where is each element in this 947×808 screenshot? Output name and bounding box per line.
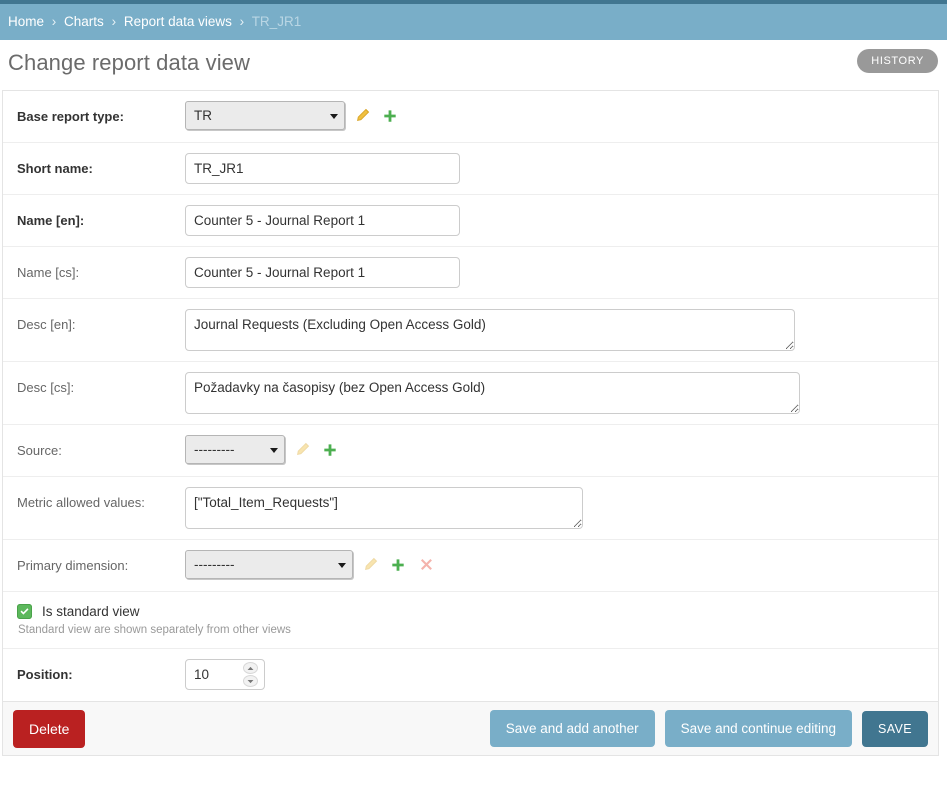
base-report-type-select-wrap: TR [185,101,345,130]
desc-en-textarea[interactable]: Journal Requests (Excluding Open Access … [185,309,795,351]
field-row-name-en: Name [en]: [3,195,938,247]
field-row-desc-en: Desc [en]: Journal Requests (Excluding O… [3,299,938,362]
add-base-report-type-plus-icon[interactable] [379,101,401,130]
position-input[interactable] [186,660,234,689]
form-action-bar: Delete Save and add another Save and con… [2,701,939,756]
spinner-down-icon[interactable] [243,675,258,687]
breadcrumb-separator: › [239,14,245,29]
is-standard-view-label: Is standard view [42,604,140,619]
field-row-position: Position: [3,649,938,701]
field-row-short-name: Short name: [3,143,938,195]
title-row: Change report data view HISTORY [0,40,947,90]
edit-base-report-type-pencil-icon[interactable] [351,101,373,130]
label-metric-allowed-values: Metric allowed values: [17,495,145,510]
label-primary-dimension: Primary dimension: [17,558,129,573]
field-row-name-cs: Name [cs]: [3,247,938,299]
field-row-is-standard-view: Is standard view Standard view are shown… [3,592,938,649]
source-select[interactable]: --------- [185,435,285,464]
label-short-name: Short name: [17,161,93,176]
save-and-add-another-button[interactable]: Save and add another [489,710,655,747]
breadcrumb-item-charts[interactable]: Charts [64,14,104,29]
delete-primary-dimension-cross-icon[interactable] [415,550,437,579]
breadcrumb-item-report-data-views[interactable]: Report data views [124,14,232,29]
label-name-en: Name [en]: [17,213,85,228]
save-button[interactable]: SAVE [861,710,928,747]
field-row-source: Source: --------- [3,425,938,477]
label-desc-cs: Desc [cs]: [17,380,75,395]
field-row-base-report-type: Base report type: TR [3,91,938,143]
check-icon [20,608,29,615]
label-source: Source: [17,443,62,458]
page-title: Change report data view [8,50,251,75]
breadcrumb-separator: › [111,14,117,29]
change-form-panel: Base report type: TR Short name: TR_JR1 … [2,90,939,701]
label-base-report-type: Base report type: [17,109,124,124]
edit-source-pencil-icon[interactable] [291,435,313,464]
delete-button[interactable]: Delete [13,709,86,748]
breadcrumb-item-current: TR_JR1 [251,14,302,29]
position-spinner [243,662,258,687]
label-position: Position: [17,667,73,682]
add-source-plus-icon[interactable] [319,435,341,464]
breadcrumb-item-home[interactable]: Home [8,14,44,29]
metric-allowed-values-textarea[interactable]: ["Total_Item_Requests"] [185,487,583,529]
primary-dimension-select[interactable]: --------- [185,550,353,579]
save-and-continue-editing-button[interactable]: Save and continue editing [664,710,852,747]
position-stepper [185,659,265,690]
base-report-type-select[interactable]: TR [185,101,345,130]
name-en-input[interactable] [185,205,460,236]
history-button[interactable]: HISTORY [857,49,938,73]
source-select-wrap: --------- [185,435,285,464]
add-primary-dimension-plus-icon[interactable] [387,550,409,579]
primary-dimension-select-wrap: --------- [185,550,353,579]
breadcrumb: Home › Charts › Report data views › TR_J… [0,4,947,40]
name-cs-input[interactable] [185,257,460,288]
field-row-desc-cs: Desc [cs]: Požadavky na časopisy (bez Op… [3,362,938,425]
spinner-up-icon[interactable] [243,662,258,674]
save-button-group: Save and add another Save and continue e… [480,710,928,747]
label-desc-en: Desc [en]: [17,317,76,332]
field-row-metric-allowed-values: Metric allowed values: ["Total_Item_Requ… [3,477,938,540]
breadcrumb-separator: › [51,14,57,29]
admin-change-form-page: Home › Charts › Report data views › TR_J… [0,0,947,808]
label-name-cs: Name [cs]: [17,265,80,280]
is-standard-view-checkbox[interactable] [17,604,32,619]
desc-cs-textarea[interactable]: Požadavky na časopisy (bez Open Access G… [185,372,800,414]
short-name-input[interactable] [185,153,460,184]
edit-primary-dimension-pencil-icon[interactable] [359,550,381,579]
is-standard-view-help-text: Standard view are shown separately from … [18,624,291,636]
field-row-primary-dimension: Primary dimension: --------- [3,540,938,592]
